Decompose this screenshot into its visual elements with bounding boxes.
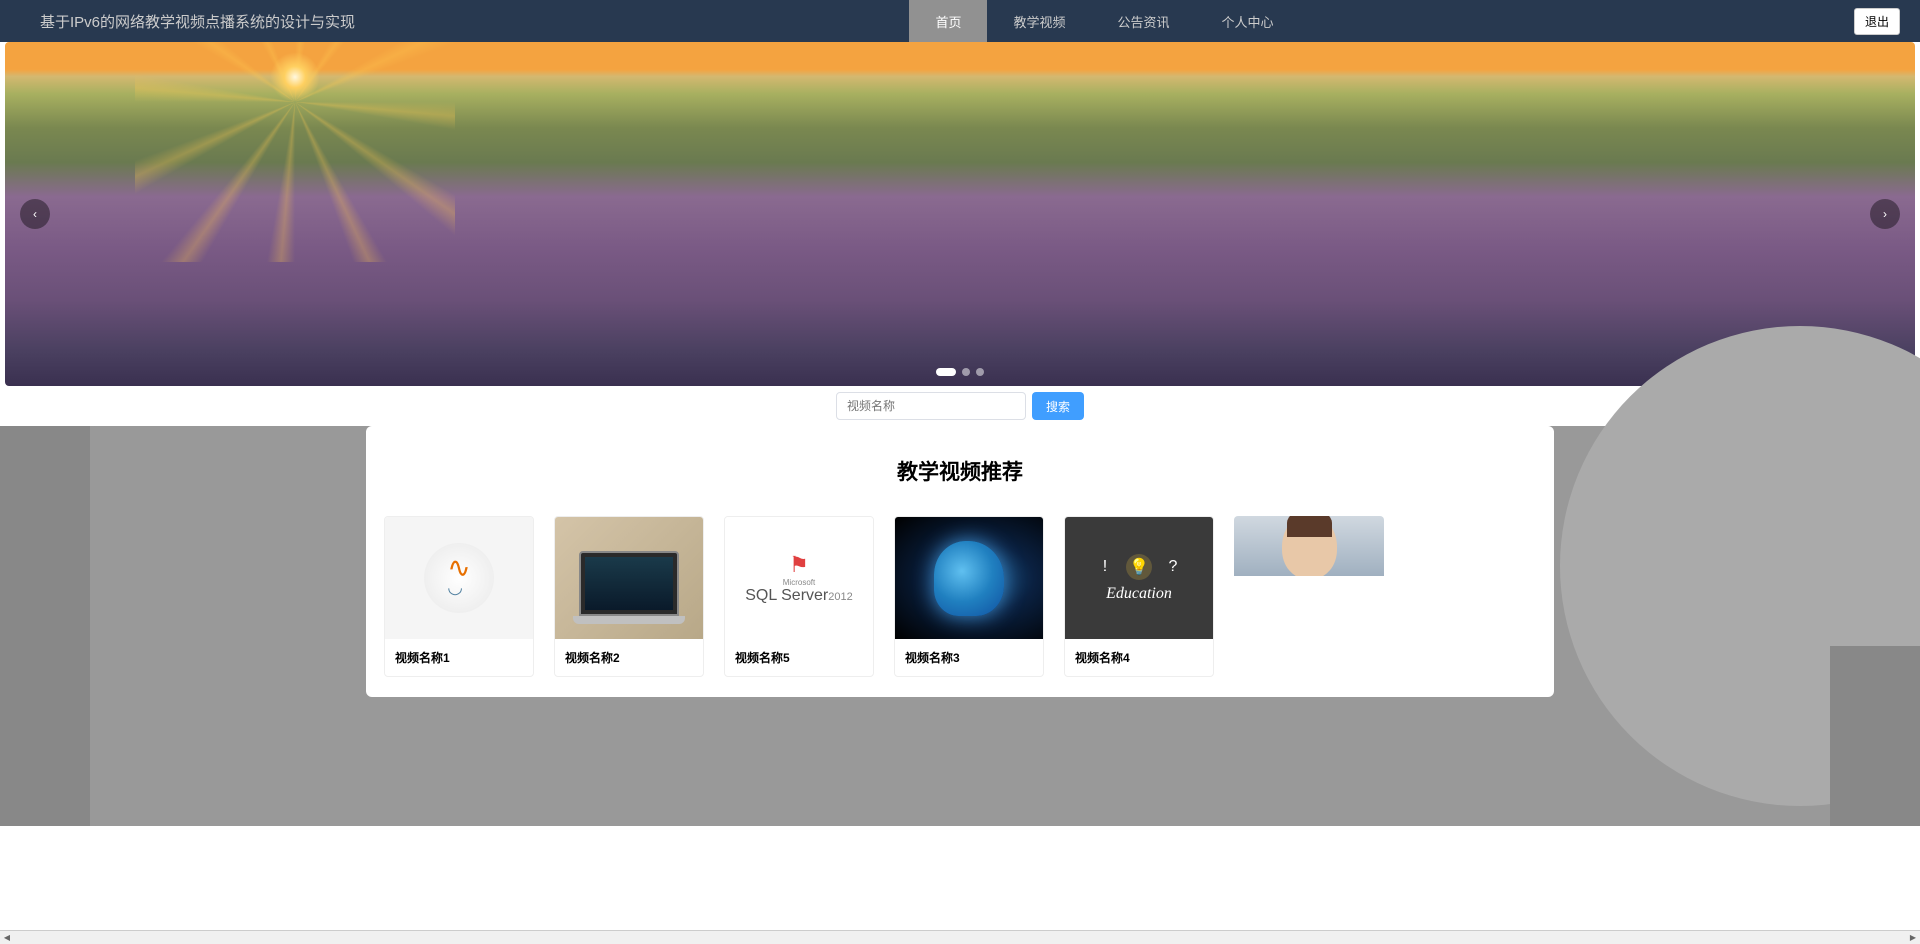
site-title: 基于IPv6的网络教学视频点播系统的设计与实现 bbox=[40, 11, 355, 32]
section-title: 教学视频推荐 bbox=[366, 456, 1554, 486]
video-card[interactable]: 视频名称2 bbox=[554, 516, 704, 677]
chevron-left-icon: ‹ bbox=[33, 207, 37, 221]
horizontal-scrollbar[interactable]: ◀ ▶ bbox=[0, 930, 1920, 944]
video-grid: ∿ ◡ 视频名称1 视频名称2 bbox=[366, 516, 1554, 697]
chevron-right-icon: › bbox=[1883, 207, 1887, 221]
scroll-right-arrow[interactable]: ▶ bbox=[1906, 931, 1920, 944]
navbar: 基于IPv6的网络教学视频点播系统的设计与实现 首页 教学视频 公告资讯 个人中… bbox=[0, 0, 1920, 42]
nav-menu: 首页 教学视频 公告资讯 个人中心 bbox=[909, 0, 1299, 42]
video-card[interactable]: ∿ ◡ 视频名称1 bbox=[384, 516, 534, 677]
carousel-slide bbox=[5, 42, 1915, 386]
carousel-prev-button[interactable]: ‹ bbox=[20, 199, 50, 229]
logout-button[interactable]: 退出 bbox=[1854, 8, 1900, 35]
video-card[interactable] bbox=[1234, 516, 1384, 677]
person-icon bbox=[1282, 516, 1337, 576]
video-card[interactable]: ⚑ Microsoft SQL Server2012 视频名称5 bbox=[724, 516, 874, 677]
brain-icon bbox=[934, 541, 1004, 616]
carousel: ‹ › bbox=[5, 42, 1915, 386]
sql-server-icon: ⚑ bbox=[789, 552, 809, 578]
video-card[interactable]: 视频名称3 bbox=[894, 516, 1044, 677]
content-background: 教学视频推荐 ∿ ◡ 视频名称1 bbox=[0, 426, 1920, 826]
search-input[interactable] bbox=[836, 392, 1026, 420]
nav-item-news[interactable]: 公告资讯 bbox=[1092, 0, 1196, 42]
scroll-track[interactable] bbox=[14, 931, 1906, 944]
video-thumbnail: ! 💡 ? Education bbox=[1065, 517, 1213, 639]
video-card[interactable]: ! 💡 ? Education 视频名称4 bbox=[1064, 516, 1214, 677]
nav-item-profile[interactable]: 个人中心 bbox=[1196, 0, 1300, 42]
video-thumbnail bbox=[555, 517, 703, 639]
video-title: 视频名称4 bbox=[1065, 639, 1213, 676]
nav-item-videos[interactable]: 教学视频 bbox=[987, 0, 1091, 42]
carousel-indicator-3[interactable] bbox=[976, 368, 984, 376]
carousel-indicator-1[interactable] bbox=[936, 368, 956, 376]
video-title: 视频名称3 bbox=[895, 639, 1043, 676]
video-thumbnail: ⚑ Microsoft SQL Server2012 bbox=[725, 517, 873, 639]
carousel-indicators bbox=[936, 368, 984, 376]
scroll-left-arrow[interactable]: ◀ bbox=[0, 931, 14, 944]
search-button[interactable]: 搜索 bbox=[1032, 392, 1084, 420]
carousel-next-button[interactable]: › bbox=[1870, 199, 1900, 229]
video-thumbnail bbox=[895, 517, 1043, 639]
video-title: 视频名称1 bbox=[385, 639, 533, 676]
laptop-icon bbox=[579, 551, 679, 616]
video-title: 视频名称5 bbox=[725, 639, 873, 676]
nav-item-home[interactable]: 首页 bbox=[909, 0, 987, 42]
video-title: 视频名称2 bbox=[555, 639, 703, 676]
content-wrapper: 教学视频推荐 ∿ ◡ 视频名称1 bbox=[366, 426, 1554, 697]
education-icons: ! 💡 ? bbox=[1092, 554, 1186, 580]
carousel-indicator-2[interactable] bbox=[962, 368, 970, 376]
video-thumbnail: ∿ ◡ bbox=[385, 517, 533, 639]
video-thumbnail bbox=[1234, 516, 1384, 576]
java-icon: ∿ ◡ bbox=[424, 543, 494, 613]
